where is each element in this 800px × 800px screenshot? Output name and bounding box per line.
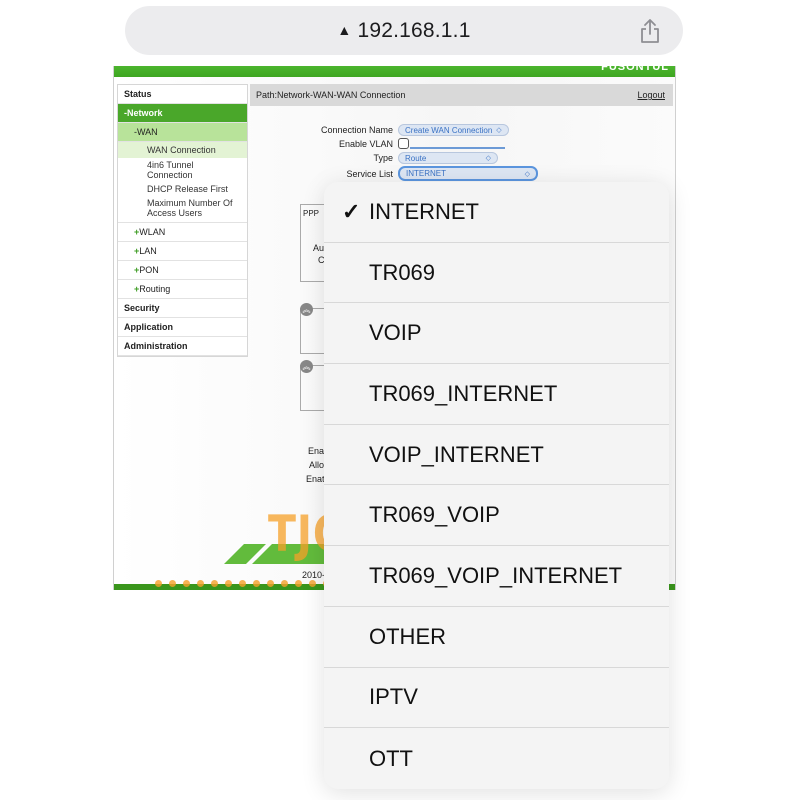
enable-vlan-label: Enable VLAN [338, 138, 393, 149]
warning-triangle-icon: ▲ [337, 21, 352, 38]
sidebar-item-label: LAN [139, 246, 157, 256]
type-select[interactable]: Route ◇ [398, 152, 498, 164]
select-chevron-icon: ◇ [496, 127, 502, 134]
type-row: Type Route ◇ [250, 152, 498, 164]
breadcrumb: Path:Network-WAN-WAN Connection [256, 90, 406, 100]
sidebar-item-routing[interactable]: +Routing [118, 280, 247, 299]
checkmark-icon: ✓ [342, 198, 361, 224]
header-banner: FUSONTUL [114, 61, 675, 77]
path-bar: Path:Network-WAN-WAN Connection Logout [250, 84, 673, 106]
picker-option-voip-internet[interactable]: VOIP_INTERNET [324, 425, 669, 486]
partial-label: Enat [306, 474, 325, 484]
service-list-select[interactable]: INTERNET ◇ [398, 166, 538, 181]
collapse-icon[interactable]: ︽ [300, 360, 313, 373]
picker-option-tr069[interactable]: TR069 [324, 243, 669, 304]
picker-option-label: TR069_INTERNET [369, 380, 558, 406]
picker-option-label: TR069_VOIP_INTERNET [369, 562, 623, 588]
address-bar[interactable]: ▲ 192.168.1.1 [125, 6, 683, 55]
select-chevron-icon: ◇ [485, 155, 491, 162]
brand-logo: FUSONTUL [601, 61, 669, 73]
picker-option-label: OTHER [369, 623, 446, 649]
sidebar-item-label: Routing [139, 284, 171, 294]
ppp-legend: PPP [303, 209, 320, 218]
picker-option-label: VOIP_INTERNET [369, 441, 544, 467]
partial-label: Allo [309, 460, 325, 470]
sidebar-item-security[interactable]: Security [118, 299, 247, 318]
connection-name-value: Create WAN Connection [405, 125, 493, 135]
picker-option-tr069-voip[interactable]: TR069_VOIP [324, 485, 669, 547]
sidebar-item-lan[interactable]: +LAN [118, 242, 247, 261]
picker-option-label: OTT [369, 745, 413, 771]
collapse-icon[interactable]: ︽ [300, 303, 313, 316]
sidebar-nav: Status -Network -WAN WAN Connection 4in6… [117, 84, 248, 357]
share-icon[interactable] [639, 18, 661, 44]
picker-option-label: TR069_VOIP [369, 502, 500, 528]
service-list-value: INTERNET [406, 169, 446, 178]
connection-name-label: Connection Name [320, 125, 393, 135]
sidebar-item-label: PON [139, 265, 159, 275]
sidebar-item-dhcp-release[interactable]: DHCP Release First [118, 182, 247, 196]
sidebar-item-application[interactable]: Application [118, 318, 247, 337]
sidebar-item-4in6-tunnel[interactable]: 4in6 Tunnel Connection [118, 158, 247, 182]
sidebar-item-wan-connection[interactable]: WAN Connection [118, 142, 247, 158]
type-value: Route [405, 153, 427, 163]
picker-option-label: INTERNET [369, 198, 479, 224]
screen: ▲ 192.168.1.1 FUSONTUL Status -Network -… [0, 0, 800, 800]
service-list-label: Service List [346, 168, 393, 179]
sidebar-item-network[interactable]: -Network [118, 104, 247, 123]
wan-submenu: WAN Connection 4in6 Tunnel Connection DH… [118, 142, 247, 223]
service-list-picker: ✓ INTERNET TR069 VOIP TR069_INTERNET VOIP_INT… [324, 182, 669, 789]
select-chevron-icon: ◇ [524, 170, 530, 178]
enable-vlan-checkbox[interactable] [398, 138, 409, 149]
partial-label: Ena [308, 446, 325, 456]
address-display[interactable]: ▲ 192.168.1.1 [337, 19, 470, 43]
picker-option-iptv[interactable]: IPTV [324, 668, 669, 729]
copyright-text: 2010- [302, 570, 326, 580]
connection-name-row: Connection Name Create WAN Connection ◇ [250, 124, 509, 136]
connection-name-select[interactable]: Create WAN Connection ◇ [398, 124, 509, 136]
sidebar-item-label: WLAN [139, 227, 166, 237]
picker-option-tr069-internet[interactable]: TR069_INTERNET [324, 364, 669, 425]
sidebar-item-pon[interactable]: +PON [118, 261, 247, 280]
picker-option-label: IPTV [369, 684, 418, 710]
address-text: 192.168.1.1 [357, 18, 471, 42]
service-list-row: Service List INTERNET ◇ [250, 166, 538, 181]
type-label: Type [373, 153, 393, 163]
sidebar-item-wan[interactable]: -WAN [118, 123, 247, 142]
picker-option-label: VOIP [369, 320, 422, 346]
picker-option-label: TR069 [369, 259, 436, 285]
picker-option-voip[interactable]: VOIP [324, 303, 669, 365]
enable-vlan-row: Enable VLAN [250, 138, 505, 149]
picker-option-internet[interactable]: ✓ INTERNET [324, 182, 669, 243]
focus-underline [410, 146, 505, 149]
picker-option-other[interactable]: OTHER [324, 607, 669, 668]
sidebar-item-max-access-users[interactable]: Maximum Number Of Access Users [118, 196, 247, 220]
sidebar-item-status[interactable]: Status [118, 85, 247, 104]
sidebar-item-administration[interactable]: Administration [118, 337, 247, 356]
picker-option-ott[interactable]: OTT [324, 728, 669, 789]
picker-option-tr069-voip-internet[interactable]: TR069_VOIP_INTERNET [324, 546, 669, 607]
logout-link[interactable]: Logout [637, 90, 665, 100]
sidebar-item-wlan[interactable]: +WLAN [118, 223, 247, 242]
